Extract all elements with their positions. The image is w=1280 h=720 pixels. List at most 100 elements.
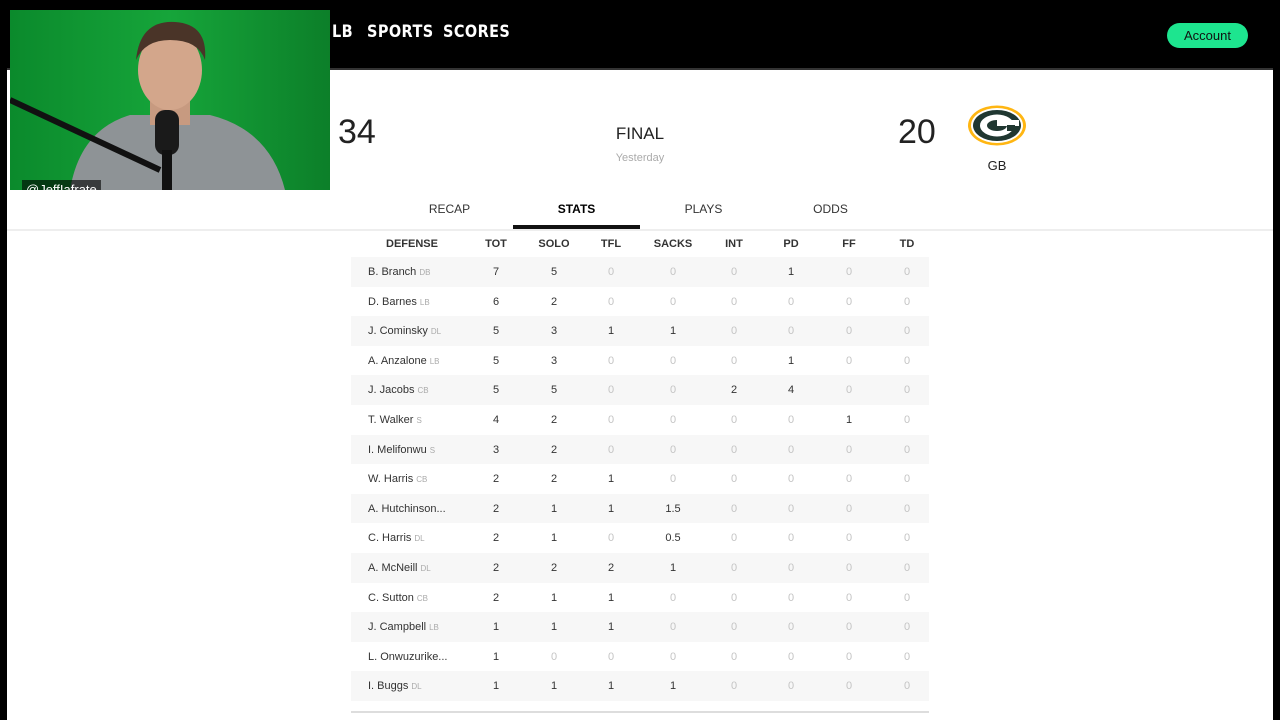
- player-name-text[interactable]: I. Buggs: [368, 680, 408, 692]
- stat-int: 0: [730, 502, 738, 515]
- stat-ff: 0: [845, 266, 853, 278]
- tab-plays[interactable]: PLAYS: [640, 202, 767, 216]
- player-position: CB: [417, 386, 429, 396]
- stat-tot: 2: [492, 561, 500, 574]
- table-row: A. Anzalone LB 5 3 0 0 0 1 0 0: [351, 345, 929, 376]
- stat-tot: 2: [492, 591, 500, 604]
- player-name[interactable]: C. Harris DL: [368, 532, 425, 544]
- player-name-text[interactable]: J. Cominsky: [368, 325, 428, 337]
- stat-ff: 0: [845, 443, 853, 456]
- account-button[interactable]: Account: [1167, 23, 1248, 48]
- streamer-video-icon: [10, 21, 285, 190]
- stat-int: 0: [730, 650, 738, 663]
- player-name[interactable]: A. Anzalone LB: [368, 355, 440, 367]
- player-name-text[interactable]: J. Jacobs: [368, 384, 414, 396]
- player-name-text[interactable]: L. Onwuzurike...: [368, 651, 447, 663]
- player-name-text[interactable]: A. McNeill: [368, 562, 418, 574]
- tab-divider: [7, 229, 1273, 231]
- player-name[interactable]: J. Campbell LB: [368, 621, 439, 633]
- stat-sacks: 1.5: [665, 502, 681, 515]
- table-row: A. McNeill DL 2 2 2 1 0 0 0 0: [351, 552, 929, 583]
- stat-solo: 2: [550, 473, 558, 486]
- player-position: DB: [419, 268, 431, 277]
- stat-td: 0: [903, 413, 911, 426]
- stat-td: 0: [903, 532, 911, 545]
- tab-odds[interactable]: ODDS: [767, 202, 894, 216]
- player-name-text[interactable]: C. Harris: [368, 532, 411, 544]
- player-name-text[interactable]: D. Barnes: [368, 296, 417, 308]
- table-row: D. Barnes LB 6 2 0 0 0 0 0 0: [351, 286, 929, 317]
- player-name-text[interactable]: B. Branch: [368, 266, 416, 278]
- column-header-int[interactable]: INT: [709, 238, 759, 250]
- column-header-pd[interactable]: PD: [766, 238, 816, 250]
- stat-pd: 0: [787, 680, 795, 693]
- stat-int: 0: [730, 591, 738, 604]
- player-position: DL: [420, 563, 431, 573]
- column-header-ff[interactable]: FF: [824, 238, 874, 250]
- column-header-sacks[interactable]: SACKS: [648, 238, 698, 250]
- player-name-text[interactable]: I. Melifonwu: [368, 444, 427, 456]
- player-name-text[interactable]: W. Harris: [368, 473, 413, 485]
- stat-tot: 2: [492, 532, 500, 545]
- tab-recap[interactable]: RECAP: [386, 202, 513, 216]
- nav-link-scores[interactable]: SCORES: [443, 22, 510, 42]
- player-name[interactable]: D. Barnes LB: [368, 296, 430, 308]
- player-name[interactable]: B. Branch DB: [368, 266, 430, 278]
- stat-td: 0: [903, 591, 911, 604]
- stat-sacks: 0: [669, 295, 677, 308]
- player-position: CB: [416, 475, 428, 485]
- stat-solo: 2: [550, 561, 558, 574]
- player-name-text[interactable]: T. Walker: [368, 414, 413, 426]
- player-name[interactable]: A. McNeill DL: [368, 562, 431, 574]
- stat-tot: 1: [492, 650, 500, 663]
- stat-sacks: 0: [669, 384, 677, 397]
- player-name[interactable]: J. Cominsky DL: [368, 325, 441, 337]
- player-name[interactable]: A. Hutchinson...: [368, 503, 446, 515]
- column-header-defense[interactable]: DEFENSE: [372, 238, 452, 250]
- player-name-text[interactable]: J. Campbell: [368, 621, 426, 633]
- stat-pd: 0: [787, 295, 795, 308]
- streamer-handle: @JeffIafrate: [22, 180, 101, 190]
- stat-td: 0: [903, 680, 911, 693]
- table-row: L. Onwuzurike... 1 0 0 0 0 0 0 0: [351, 641, 929, 672]
- nav-link-sports[interactable]: SPORTS: [367, 22, 434, 42]
- player-name[interactable]: J. Jacobs CB: [368, 384, 429, 396]
- table-row: I. Melifonwu S 3 2 0 0 0 0 0 0: [351, 434, 929, 465]
- player-name[interactable]: T. Walker S: [368, 414, 422, 426]
- player-name[interactable]: I. Melifonwu S: [368, 444, 435, 456]
- stat-pd: 1: [787, 266, 795, 278]
- column-header-tfl[interactable]: TFL: [586, 238, 636, 250]
- stat-sacks: 0: [669, 354, 677, 367]
- player-name[interactable]: I. Buggs DL: [368, 680, 422, 692]
- stat-pd: 0: [787, 502, 795, 515]
- stat-ff: 0: [845, 532, 853, 545]
- player-name[interactable]: W. Harris CB: [368, 473, 427, 485]
- packers-logo-icon[interactable]: [967, 105, 1027, 146]
- stat-tfl: 0: [607, 650, 615, 663]
- column-header-solo[interactable]: SOLO: [529, 238, 579, 250]
- stat-int: 0: [730, 266, 738, 278]
- stat-td: 0: [903, 384, 911, 397]
- player-name-text[interactable]: A. Anzalone: [368, 355, 427, 367]
- player-name-text[interactable]: C. Sutton: [368, 592, 414, 604]
- stat-int: 0: [730, 443, 738, 456]
- player-name-text[interactable]: A. Hutchinson...: [368, 503, 446, 515]
- stat-int: 0: [730, 325, 738, 338]
- stat-ff: 0: [845, 561, 853, 574]
- player-name[interactable]: L. Onwuzurike...: [368, 651, 447, 663]
- column-header-tot[interactable]: TOT: [471, 238, 521, 250]
- stat-tfl: 1: [607, 680, 615, 693]
- tab-stats[interactable]: STATS: [513, 202, 640, 216]
- column-header-td[interactable]: TD: [882, 238, 932, 250]
- stat-ff: 0: [845, 384, 853, 397]
- game-status: FINAL: [615, 124, 665, 143]
- stat-solo: 2: [550, 295, 558, 308]
- stat-tfl: 1: [607, 325, 615, 338]
- player-name[interactable]: C. Sutton CB: [368, 592, 428, 604]
- stat-tfl: 0: [607, 354, 615, 367]
- player-position: LB: [419, 297, 430, 307]
- nav-link-mlb[interactable]: LB: [332, 22, 353, 42]
- home-team-abbr: GB: [987, 158, 1007, 173]
- stat-tfl: 0: [607, 413, 615, 426]
- table-header: DEFENSE TOT SOLO TFL SACKS INT PD FF TD: [351, 232, 929, 257]
